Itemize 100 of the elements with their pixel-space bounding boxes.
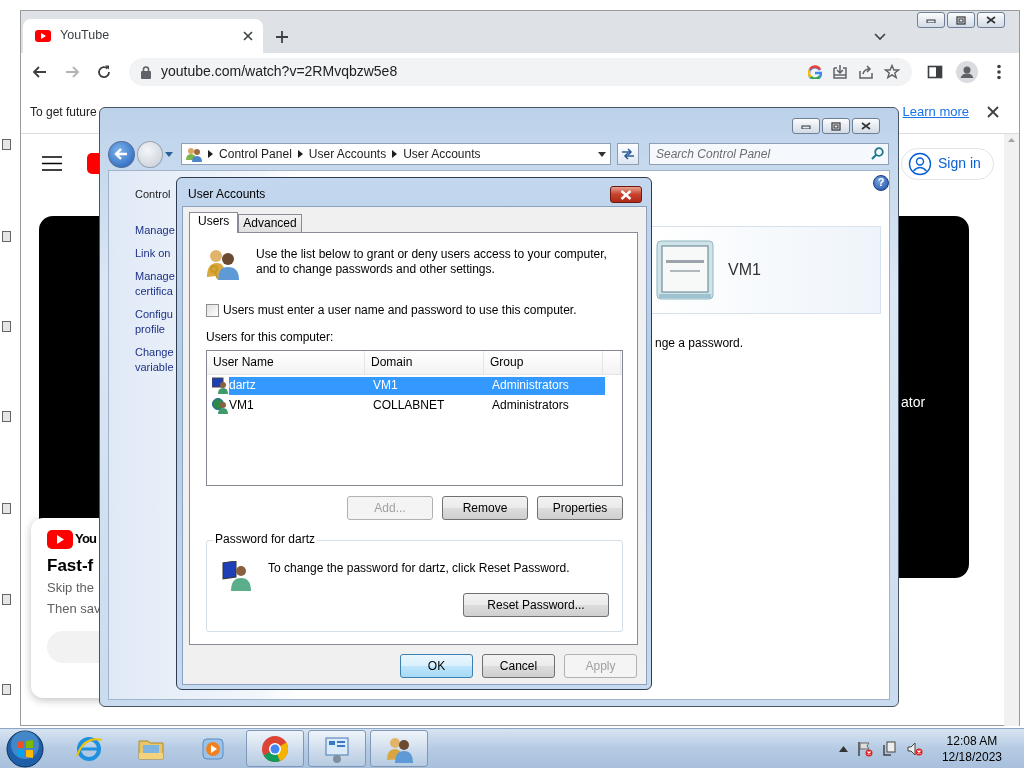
start-orb-icon[interactable] [6, 729, 44, 768]
user-monitor-icon [212, 377, 228, 394]
user-row[interactable]: VM1 COLLABNET Administrators [229, 396, 605, 415]
scrollbar[interactable] [1004, 134, 1019, 726]
forward-icon [64, 64, 80, 80]
download-icon[interactable] [832, 64, 848, 80]
url-text: youtube.com/watch?v=2RMvqbzw5e8 [161, 63, 399, 81]
refresh-button[interactable] [617, 143, 639, 165]
back-button[interactable] [108, 140, 135, 168]
star-icon[interactable] [884, 64, 900, 80]
shortcut-icon[interactable] [2, 411, 11, 422]
play-logo-icon [47, 530, 73, 549]
flag-icon[interactable] [856, 740, 873, 757]
tab[interactable]: Users [189, 212, 239, 233]
close-icon [861, 122, 871, 130]
shortcut-icon[interactable] [2, 139, 11, 150]
breadcrumb-link[interactable]: User Accounts [403, 146, 481, 162]
maximize-icon [831, 121, 841, 131]
sign-in-button[interactable]: Sign in [901, 148, 994, 180]
minimize-button[interactable] [792, 118, 820, 134]
dialog-button[interactable]: Cancel [482, 654, 555, 678]
minimize-icon [801, 123, 811, 129]
video-caption: ator [901, 394, 926, 412]
intro-text: Use the list below to grant or deny users access to your computer, and to change passwords and other settings. [256, 247, 608, 277]
colored-ring-icon[interactable] [808, 65, 822, 79]
dialog-button[interactable]: Reset Password... [463, 593, 609, 617]
shortcut-icon[interactable] [2, 594, 11, 605]
taskbar-button[interactable] [308, 730, 366, 767]
table-cell: Administrators [492, 398, 569, 412]
refresh-icon [621, 148, 636, 160]
shortcut-icon[interactable] [2, 321, 11, 332]
play-icon [35, 30, 51, 42]
dialog-button[interactable]: Properties [537, 496, 623, 520]
minimize-icon [926, 17, 936, 23]
close-button[interactable] [977, 12, 1005, 28]
dialog-button[interactable]: Remove [442, 496, 528, 520]
shortcut-icon[interactable] [2, 231, 11, 242]
back-icon [114, 148, 129, 160]
close-button[interactable] [852, 118, 880, 134]
network-icon[interactable] [881, 740, 898, 757]
breadcrumb-arrow-icon [392, 150, 398, 158]
breadcrumb-bar[interactable]: Control Panel User Accounts User Accounts [181, 143, 612, 165]
side-panel-icon [927, 64, 943, 80]
clock-time: 12:08 AM [945, 732, 999, 749]
reload-icon [96, 64, 112, 80]
close-button[interactable] [610, 186, 642, 203]
maximize-button[interactable] [822, 118, 850, 134]
close-icon[interactable] [243, 31, 253, 41]
account-name: VM1 [728, 260, 761, 280]
user-monitor-icon [222, 561, 252, 591]
shortcut-icon[interactable] [2, 684, 11, 695]
column-header[interactable]: Domain [365, 351, 484, 374]
users-key-icon [206, 247, 240, 281]
taskbar-button[interactable] [246, 730, 304, 767]
address-bar[interactable]: youtube.com/watch?v=2RMvqbzw5e8 [129, 58, 912, 86]
table-cell: Administrators [492, 378, 569, 392]
close-icon[interactable] [987, 106, 999, 118]
dropdown-icon[interactable] [598, 151, 607, 157]
promo-title: Fast-f [47, 555, 95, 577]
table-cell: dartz [229, 378, 256, 393]
breadcrumb-link[interactable]: User Accounts [308, 146, 387, 162]
lock-icon [141, 65, 151, 79]
shortcut-icon[interactable] [2, 503, 11, 514]
minimize-button[interactable] [917, 12, 945, 28]
table-cell: COLLABNET [373, 398, 445, 412]
list-label: Users for this computer: [206, 330, 335, 345]
tab[interactable]: Advanced [238, 214, 302, 232]
checkbox[interactable] [206, 304, 219, 317]
checkbox-label: Users must enter a user name and password to use this computer. [223, 303, 577, 318]
taskbar-button[interactable] [370, 730, 428, 767]
search-icon [871, 147, 884, 160]
back-icon [32, 64, 48, 80]
maximize-button[interactable] [947, 12, 975, 28]
plus-icon[interactable] [275, 30, 289, 44]
search-field[interactable]: Search Control Panel [649, 143, 889, 165]
breadcrumb-arrow-icon [208, 150, 214, 158]
share-icon[interactable] [858, 64, 874, 80]
breadcrumb-link[interactable]: Control Panel [219, 146, 292, 162]
close-icon [986, 16, 996, 24]
dialog-title: User Accounts [188, 187, 266, 202]
clock-date: 12/18/2023 [941, 748, 1002, 765]
dialog-button[interactable]: OK [400, 654, 473, 678]
column-header[interactable]: User Name [207, 351, 365, 374]
logo-text: You [75, 531, 97, 548]
column-header[interactable]: Group [484, 351, 603, 374]
logo-icon[interactable] [87, 153, 99, 174]
password-text: To change the password for dartz, click Reset Password. [268, 561, 570, 576]
clock[interactable]: 12:08 AM 12/18/2023 [941, 732, 1002, 765]
menu-icon[interactable] [42, 156, 62, 171]
browser-tab[interactable]: YouTube [23, 19, 263, 53]
volume-icon[interactable] [906, 740, 923, 757]
chevron-icon[interactable] [874, 33, 886, 41]
maximize-icon [956, 15, 966, 25]
breadcrumb-arrow-icon [297, 150, 303, 158]
chevron-up-icon[interactable] [838, 745, 848, 752]
learn-more-link[interactable]: Learn more [902, 103, 969, 121]
users-icon [186, 146, 203, 162]
user-globe-icon [212, 397, 228, 414]
person-icon [908, 152, 932, 176]
description-text: nge a password. [655, 336, 744, 351]
